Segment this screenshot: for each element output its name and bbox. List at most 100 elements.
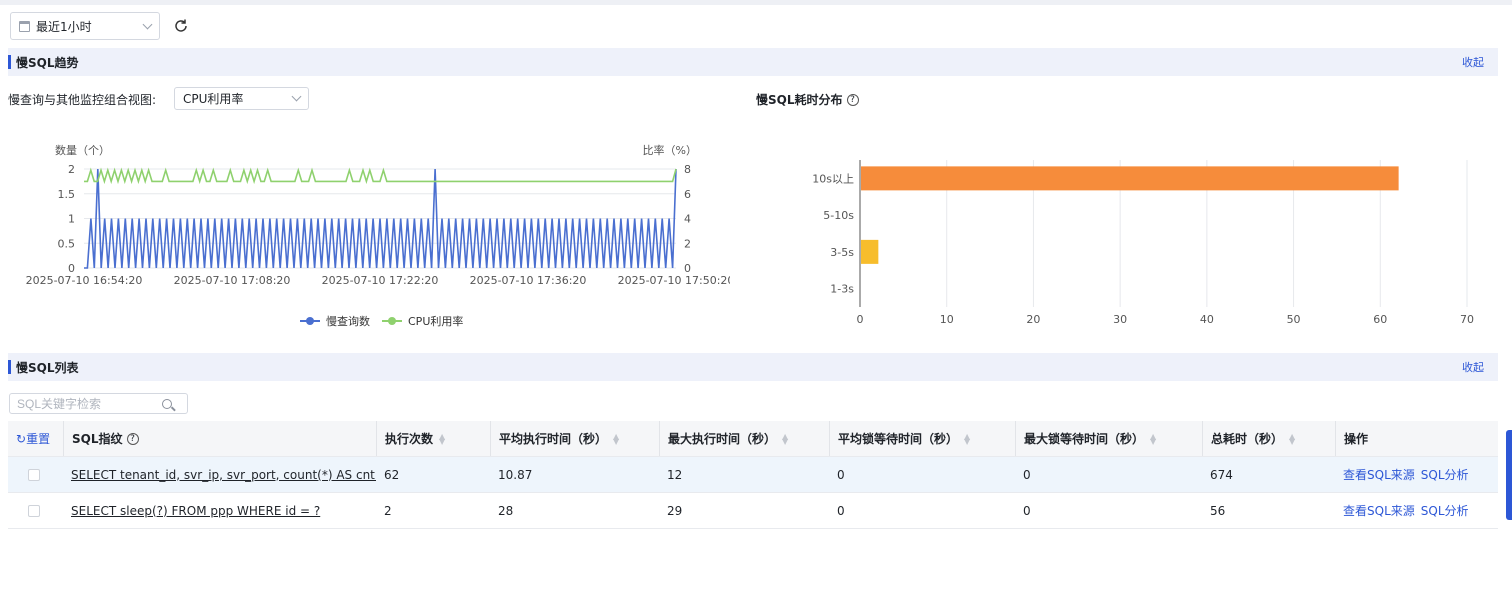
legend-label: CPU利用率 [408, 314, 463, 328]
max-cell: 12 [667, 467, 683, 482]
time-range-select[interactable]: 最近1小时 [10, 12, 160, 40]
col-max-exec-time[interactable]: 最大执行时间（秒） ▲ ▼ [659, 421, 829, 456]
y-left-tick: 2 [68, 163, 75, 176]
x-tick: 50 [1287, 313, 1301, 326]
y-left-tick: 0.5 [58, 237, 76, 250]
slow-sql-table: ↻ 重置 SQL指纹? 执行次数 ▲ ▼ 平均执行时间（秒） ▲ ▼ 最大执行时间（秒） ▲… [8, 421, 1498, 529]
x-tick: 70 [1460, 313, 1474, 326]
category-label: 3-5s [830, 246, 854, 259]
col-label: 总耗时（秒） [1211, 432, 1284, 446]
actions-cell: 查看SQL来源 SQL分析 [1335, 493, 1498, 528]
actions-cell: 查看SQL来源 SQL分析 [1335, 457, 1498, 492]
col-label: SQL指纹 [72, 432, 123, 446]
sql-fingerprint-link[interactable]: SELECT tenant_id, svr_ip, svr_port, coun… [71, 468, 376, 482]
section-accent [8, 360, 11, 374]
time-range-label: 最近1小时 [36, 19, 92, 34]
section-accent [8, 55, 11, 69]
trend-section-header: 慢SQL趋势 收起 [8, 48, 1498, 76]
sql-analysis-link[interactable]: SQL分析 [1421, 466, 1469, 483]
sql-search[interactable] [9, 393, 188, 414]
row-checkbox[interactable] [28, 504, 40, 517]
x-tick: 60 [1373, 313, 1387, 326]
col-avg-exec-time[interactable]: 平均执行时间（秒） ▲ ▼ [490, 421, 659, 456]
category-label: 5-10s [823, 209, 854, 222]
y-left-tick: 1 [68, 213, 75, 226]
sort-icon[interactable]: ▲ ▼ [1150, 432, 1156, 445]
legend-swatch-dot [306, 317, 314, 325]
list-section-header: 慢SQL列表 收起 [8, 353, 1498, 381]
max-cell: 29 [667, 503, 683, 518]
chevron-down-icon [291, 91, 302, 102]
legend-swatch-dot [388, 317, 396, 325]
table-row[interactable]: SELECT sleep(?) FROM ppp WHERE id = ? 2 … [8, 493, 1498, 529]
right-axis-label: 比率（%） [643, 143, 697, 157]
combo-metric-value: CPU利用率 [183, 92, 244, 106]
x-tick: 2025-07-10 16:54:20 [26, 274, 143, 287]
distribution-title-text: 慢SQL耗时分布 [756, 93, 843, 107]
x-tick: 30 [1113, 313, 1127, 326]
sort-icon[interactable]: ▲ ▼ [964, 432, 970, 445]
col-label: 最大执行时间（秒） [668, 432, 777, 446]
max-lock-cell: 0 [1023, 467, 1031, 482]
col-total-time[interactable]: 总耗时（秒） ▲ ▼ [1202, 421, 1335, 456]
avg-cell: 10.87 [498, 467, 533, 482]
count-cell: 2 [384, 503, 392, 518]
col-label: 操作 [1344, 432, 1369, 446]
combo-view-label: 慢查询与其他监控组合视图: [8, 93, 157, 107]
category-label: 1-3s [830, 283, 854, 296]
x-tick: 40 [1200, 313, 1214, 326]
view-sql-source-link[interactable]: 查看SQL来源 [1343, 466, 1415, 483]
x-tick: 2025-07-10 17:08:20 [174, 274, 291, 287]
help-icon[interactable]: ? [846, 93, 859, 106]
distribution-bar [861, 166, 1399, 191]
col-label: 执行次数 [385, 432, 434, 446]
y-left-tick: 1.5 [58, 188, 76, 201]
col-avg-lock-wait[interactable]: 平均锁等待时间（秒） ▲ ▼ [829, 421, 1015, 456]
combo-metric-select[interactable]: CPU利用率 [174, 87, 309, 110]
col-label: 平均执行时间（秒） [499, 432, 608, 446]
sort-icon[interactable]: ▲ ▼ [613, 432, 619, 445]
sql-search-input[interactable] [17, 396, 162, 411]
col-max-lock-wait[interactable]: 最大锁等待时间（秒） ▲ ▼ [1015, 421, 1202, 456]
sql-fingerprint-link[interactable]: SELECT sleep(?) FROM ppp WHERE id = ? [71, 504, 320, 518]
sort-icon[interactable]: ▲ ▼ [782, 432, 788, 445]
series-line [84, 168, 677, 269]
left-axis-label: 数量（个） [55, 144, 110, 157]
x-tick: 2025-07-10 17:36:20 [470, 274, 587, 287]
legend-label: 慢查询数 [326, 314, 370, 328]
reset-icon: ↻ [16, 431, 27, 446]
category-label: 10s以上 [812, 172, 854, 185]
y-right-tick: 2 [684, 237, 691, 250]
refresh-icon[interactable] [173, 18, 189, 34]
view-sql-source-link[interactable]: 查看SQL来源 [1343, 502, 1415, 519]
legend-item: CPU利用率 [382, 314, 463, 328]
x-tick: 0 [857, 313, 864, 326]
sql-analysis-link[interactable]: SQL分析 [1421, 502, 1469, 519]
sort-icon[interactable]: ▲ ▼ [1289, 432, 1295, 445]
y-right-tick: 8 [684, 163, 691, 176]
count-cell: 62 [384, 467, 400, 482]
row-checkbox[interactable] [28, 468, 40, 481]
legend-item: 慢查询数 [300, 314, 370, 328]
distribution-chart: 0 10 20 30 40 50 60 70 10s以上 5-10s 3-5s 1-3s [812, 160, 1474, 326]
search-icon[interactable] [162, 398, 172, 409]
sort-icon[interactable]: ▲ ▼ [439, 432, 445, 445]
avg-lock-cell: 0 [837, 503, 845, 518]
distribution-title: 慢SQL耗时分布 ? [756, 91, 859, 108]
sql-cell: SELECT sleep(?) FROM ppp WHERE id = ? [63, 493, 376, 528]
col-actions: 操作 [1335, 421, 1498, 456]
table-row[interactable]: SELECT tenant_id, svr_ip, svr_port, coun… [8, 457, 1498, 493]
sql-cell: SELECT tenant_id, svr_ip, svr_port, coun… [63, 457, 376, 492]
col-sql-fingerprint: SQL指纹? [63, 421, 376, 456]
reset-button[interactable]: ↻ 重置 [8, 421, 63, 456]
col-exec-count[interactable]: 执行次数 ▲ ▼ [376, 421, 490, 456]
max-lock-cell: 0 [1023, 503, 1031, 518]
avg-lock-cell: 0 [837, 467, 845, 482]
trend-chart: 数量（个） 比率（%）2 81.5 61 40.5 20 02025-07-10 16:54… [26, 143, 730, 328]
side-scroll-handle[interactable] [1506, 430, 1512, 520]
x-tick: 2025-07-10 17:50:20 [618, 274, 730, 287]
help-icon[interactable]: ? [126, 432, 139, 445]
trend-collapse-link[interactable]: 收起 [1462, 54, 1484, 70]
y-right-tick: 6 [684, 188, 691, 201]
list-collapse-link[interactable]: 收起 [1462, 359, 1484, 375]
